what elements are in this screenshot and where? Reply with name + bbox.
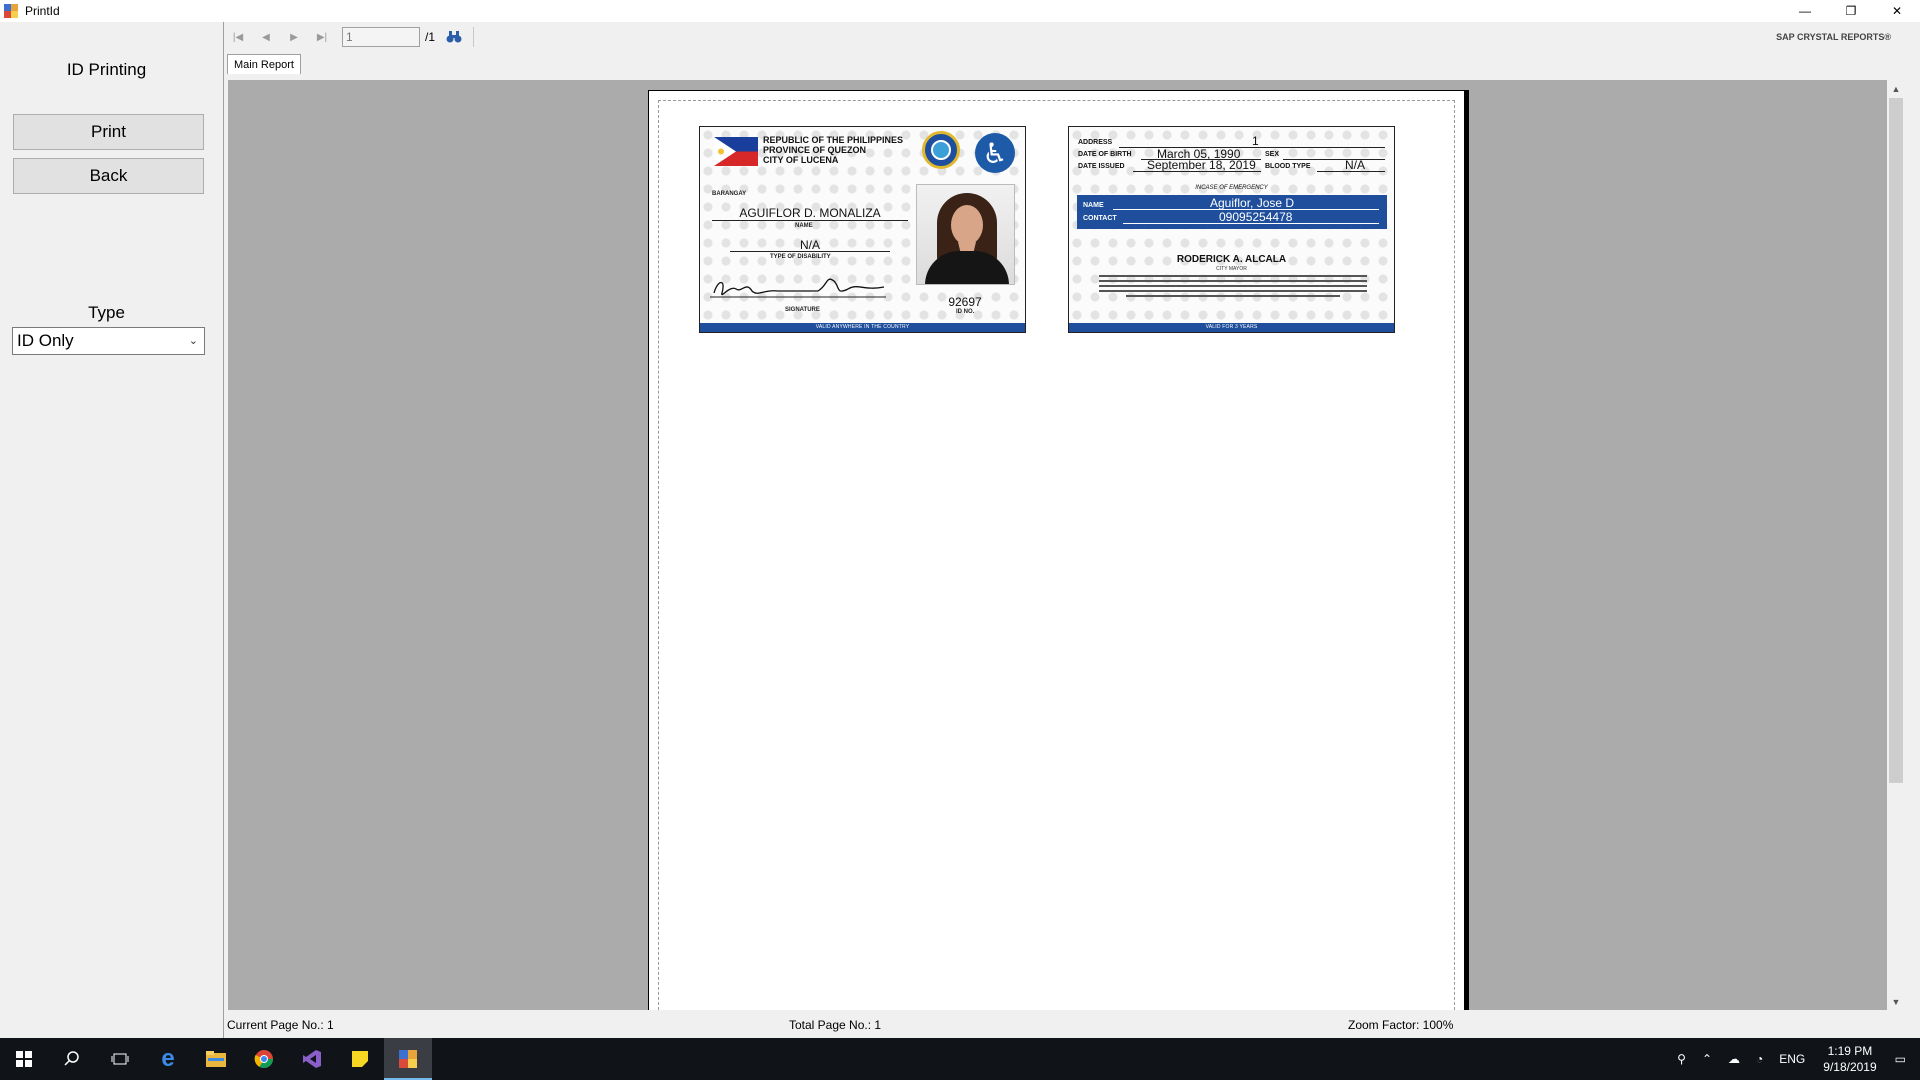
blood-type-value: N/A <box>1345 158 1366 172</box>
clock-time: 1:19 PM <box>1827 1044 1873 1058</box>
close-button[interactable]: ✕ <box>1874 0 1920 22</box>
dob-label: DATE OF BIRTH <box>1078 151 1132 158</box>
clock[interactable]: 1:19 PM 9/18/2019 <box>1823 1043 1876 1075</box>
page-margin: REPUBLIC OF THE PHILIPPINES PROVINCE OF … <box>658 100 1455 1010</box>
address-value: 1 <box>1252 134 1259 148</box>
signature-label: SIGNATURE <box>785 307 820 313</box>
disability-underline <box>730 251 890 252</box>
zoom-status: Zoom Factor: 100% <box>1348 1018 1454 1032</box>
chevron-up-icon[interactable]: ⌃ <box>1702 1052 1712 1066</box>
wheelchair-icon: ♿ <box>975 133 1015 173</box>
id-photo <box>916 184 1015 285</box>
sex-label: SEX <box>1265 151 1280 158</box>
app-icon <box>4 4 18 18</box>
prev-page-icon[interactable]: ◀ <box>252 26 280 48</box>
name-value: AGUIFLOR D. MONALIZA <box>739 206 881 220</box>
print-button[interactable]: Print <box>13 114 204 150</box>
date-issued-underline <box>1133 171 1261 172</box>
name-underline <box>712 220 908 221</box>
tab-main-report[interactable]: Main Report <box>227 54 301 74</box>
report-page: REPUBLIC OF THE PHILIPPINES PROVINCE OF … <box>648 90 1465 1010</box>
task-view-icon[interactable] <box>96 1038 144 1080</box>
restore-button[interactable]: ❐ <box>1828 0 1874 22</box>
emergency-contact-underline <box>1123 223 1379 224</box>
status-bar: Current Page No.: 1 Total Page No.: 1 Zo… <box>224 1012 1909 1038</box>
mayor-name: RODERICK A. ALCALA <box>1176 254 1287 265</box>
emergency-name-value: Aguiflor, Jose D <box>1210 196 1295 210</box>
barangay-label: BARANGAY <box>712 191 747 197</box>
id-number-label: ID NO. <box>956 309 975 315</box>
chevron-down-icon: ⌄ <box>188 335 198 347</box>
onedrive-icon[interactable]: ☁ <box>1728 1052 1740 1066</box>
emergency-name-label: NAME <box>1083 202 1104 209</box>
blood-type-underline <box>1317 171 1385 172</box>
city-seal-icon <box>922 131 960 169</box>
sex-underline <box>1283 159 1385 160</box>
viewer-toolbar: |◀ ◀ ▶ ▶| 1 /1 SAP CRYSTAL REPORTS® <box>224 22 1909 52</box>
type-select-value: ID Only <box>17 331 74 350</box>
next-page-icon[interactable]: ▶ <box>280 26 308 48</box>
address-label: ADDRESS <box>1078 139 1113 146</box>
brand-label: SAP CRYSTAL REPORTS® <box>1776 32 1891 42</box>
title-bar: PrintId — ❐ ✕ <box>0 0 1920 22</box>
language-indicator[interactable]: ENG <box>1779 1052 1805 1066</box>
report-viewer: |◀ ◀ ▶ ▶| 1 /1 SAP CRYSTAL REPORTS® Main… <box>223 22 1908 1038</box>
chrome-icon[interactable] <box>240 1038 288 1080</box>
left-panel: ID Printing Print Back Type ID Only ⌄ <box>0 22 223 1038</box>
name-label: NAME <box>795 223 813 229</box>
system-tray: ⚲ ⌃ ☁ ◔ ENG 1:19 PM 9/18/2019 ▭ <box>1669 1038 1920 1080</box>
back-button[interactable]: Back <box>13 158 204 194</box>
printid-app-icon[interactable] <box>384 1038 432 1080</box>
scroll-down-icon[interactable]: ▼ <box>1887 993 1905 1010</box>
wifi-icon[interactable]: ◔ <box>1756 1052 1763 1066</box>
scroll-thumb[interactable] <box>1889 98 1903 783</box>
first-page-icon[interactable]: |◀ <box>224 26 252 48</box>
front-footer: VALID ANYWHERE IN THE COUNTRY <box>700 323 1025 332</box>
edge-browser-icon[interactable]: e <box>144 1038 192 1080</box>
minimize-button[interactable]: — <box>1782 0 1828 22</box>
current-page-status: Current Page No.: 1 <box>227 1018 334 1032</box>
visual-studio-icon[interactable] <box>288 1038 336 1080</box>
mayor-title: CITY MAYOR <box>1216 266 1247 272</box>
disability-value: N/A <box>799 238 820 252</box>
page-total: /1 <box>425 30 436 44</box>
emergency-label: INCASE OF EMERGENCY <box>1195 185 1268 191</box>
emergency-box: NAME Aguiflor, Jose D CONTACT 0909525447… <box>1077 195 1387 229</box>
toolbar-separator <box>473 27 475 47</box>
notifications-icon[interactable]: ▭ <box>1895 1052 1906 1066</box>
date-issued-label: DATE ISSUED <box>1078 163 1125 170</box>
id-number-value: 92697 <box>948 295 982 309</box>
clock-date: 9/18/2019 <box>1823 1060 1877 1074</box>
id-card-back: ADDRESS 1 DATE OF BIRTH March 05, 1990 S… <box>1068 126 1395 333</box>
fine-print <box>1099 275 1367 300</box>
scroll-up-icon[interactable]: ▲ <box>1887 80 1905 97</box>
date-issued-value: September 18, 2019 <box>1147 158 1256 172</box>
signature-image <box>710 278 886 298</box>
windows-start-icon[interactable] <box>0 1038 48 1080</box>
last-page-icon[interactable]: ▶| <box>308 26 336 48</box>
sticky-notes-icon[interactable] <box>336 1038 384 1080</box>
report-canvas: REPUBLIC OF THE PHILIPPINES PROVINCE OF … <box>228 80 1887 1010</box>
people-icon[interactable]: ⚲ <box>1677 1052 1686 1066</box>
emergency-contact-value: 09095254478 <box>1219 210 1293 224</box>
type-label: Type <box>88 303 125 322</box>
id-card-front: REPUBLIC OF THE PHILIPPINES PROVINCE OF … <box>699 126 1026 333</box>
ph-flag-icon <box>714 137 758 166</box>
blood-type-label: BLOOD TYPE <box>1265 163 1311 170</box>
search-icon[interactable] <box>48 1038 96 1080</box>
republic-header: REPUBLIC OF THE PHILIPPINES PROVINCE OF … <box>763 135 904 165</box>
type-select[interactable]: ID Only ⌄ <box>12 327 205 355</box>
page-number-input[interactable]: 1 <box>342 27 420 47</box>
back-footer: VALID FOR 3 YEARS <box>1069 323 1394 332</box>
binoculars-icon[interactable] <box>445 28 463 46</box>
window-title: PrintId <box>25 4 60 18</box>
vertical-scrollbar[interactable]: ▲ ▼ <box>1887 80 1905 1010</box>
taskbar: e ⚲ ⌃ ☁ ◔ ENG 1:19 PM 9/18/2019 ▭ <box>0 1038 1920 1080</box>
panel-title: ID Printing <box>66 60 147 79</box>
emergency-contact-label: CONTACT <box>1083 215 1117 222</box>
disability-label: TYPE OF DISABILITY <box>770 254 831 260</box>
file-explorer-icon[interactable] <box>192 1038 240 1080</box>
total-page-status: Total Page No.: 1 <box>789 1018 882 1032</box>
